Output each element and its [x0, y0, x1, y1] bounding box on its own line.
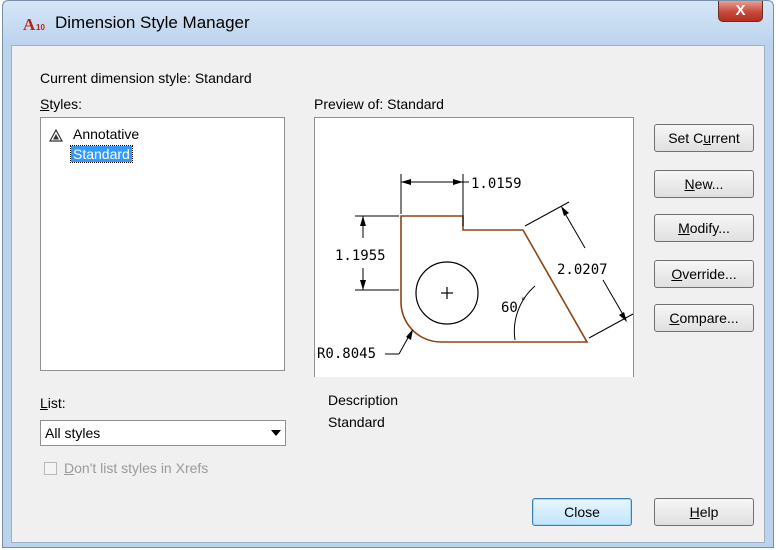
description-label: Description	[328, 392, 399, 408]
annotative-icon	[49, 129, 63, 142]
window-title: Dimension Style Manager	[55, 13, 250, 32]
current-style-label: Current dimension style: Standard	[40, 70, 252, 86]
dialog-window: A 10 Dimension Style Manager X Current d…	[2, 0, 774, 548]
autocad-app-icon: A 10	[23, 15, 45, 33]
preview-label: Preview of: Standard	[314, 96, 444, 112]
close-button[interactable]: Close	[532, 498, 632, 526]
dim-angle-text: 60	[501, 300, 518, 316]
close-window-button[interactable]: X	[718, 1, 763, 22]
svg-text:A: A	[23, 15, 36, 33]
svg-text:10: 10	[36, 23, 45, 32]
xrefs-checkbox-label: Don't list styles in Xrefs	[64, 460, 209, 476]
list-label: List:	[40, 395, 66, 411]
list-filter-value: All styles	[45, 425, 101, 441]
close-icon: X	[735, 2, 746, 19]
help-button[interactable]: Help	[654, 498, 754, 526]
styles-list[interactable]: Annotative Standard	[40, 117, 285, 371]
set-current-button[interactable]: Set Current	[654, 124, 754, 152]
dim-top-text: 1.0159	[471, 176, 522, 192]
svg-text:°: °	[521, 297, 526, 307]
preview-panel: 1.0159 1.1955 2.0207 60 ° R0.8045	[314, 117, 634, 377]
description-value: Standard	[328, 414, 385, 430]
style-item-label: Annotative	[73, 126, 140, 142]
modify-button[interactable]: Modify...	[654, 214, 754, 242]
style-item-label: Standard	[70, 145, 133, 163]
override-button[interactable]: Override...	[654, 260, 754, 288]
styles-label: Styles:	[40, 96, 83, 112]
dimension-preview-drawing: 1.0159 1.1955 2.0207 60 ° R0.8045	[317, 174, 634, 362]
list-item[interactable]: Standard	[70, 145, 133, 163]
list-filter-select[interactable]: All styles	[40, 420, 286, 446]
xrefs-checkbox[interactable]	[44, 462, 57, 475]
part-outline	[400, 215, 589, 343]
compare-button[interactable]: Compare...	[654, 304, 754, 332]
dim-diag-text: 2.0207	[557, 262, 608, 278]
dialog-body: Current dimension style: Standard Styles…	[11, 45, 765, 543]
chevron-down-icon	[271, 430, 281, 436]
dim-left-text: 1.1955	[335, 248, 386, 264]
title-bar[interactable]: A 10 Dimension Style Manager X	[3, 1, 773, 45]
dim-radius-text: R0.8045	[317, 346, 376, 362]
new-button[interactable]: New...	[654, 170, 754, 198]
